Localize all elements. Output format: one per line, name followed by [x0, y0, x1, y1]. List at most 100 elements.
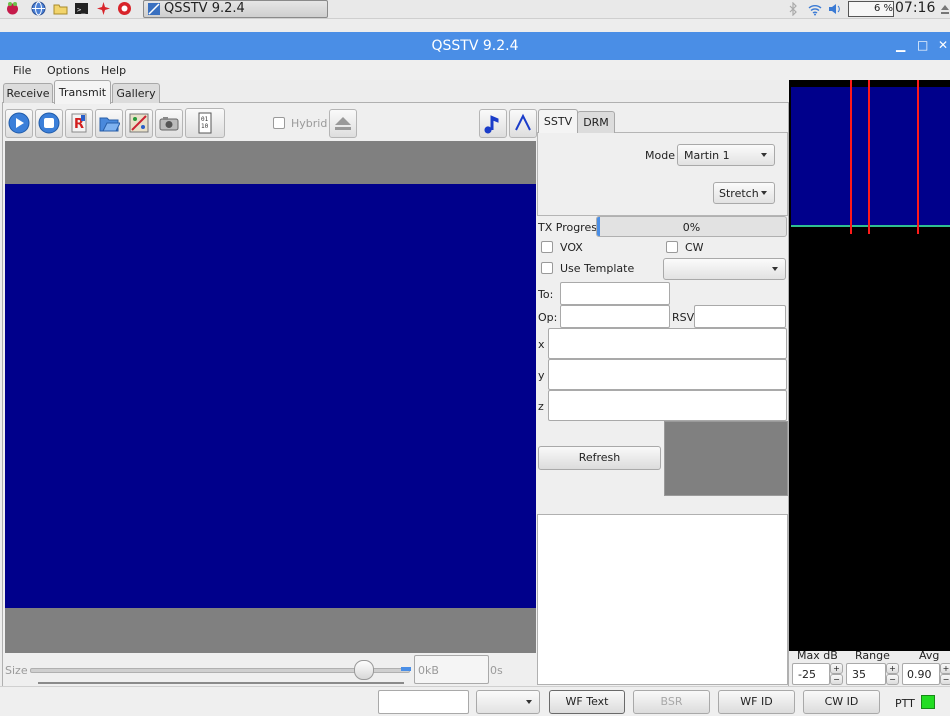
template-dropdown[interactable] [663, 258, 786, 280]
cpu-monitor: 6 % [848, 1, 894, 17]
wf-id-button[interactable]: WF ID [718, 690, 795, 714]
camera-snapshot-button[interactable] [155, 109, 183, 138]
tx-progress-text: 0% [682, 221, 701, 234]
stretch-dropdown[interactable]: Stretch [713, 182, 775, 204]
range-up-button[interactable]: + [886, 663, 899, 674]
x-label: x [538, 338, 545, 351]
template-preview [664, 421, 788, 496]
tx-progress-label: TX Progress [538, 221, 603, 234]
menu-help[interactable]: Help [101, 64, 126, 77]
size-label: Size [5, 664, 28, 677]
mode-label: Mode [645, 149, 675, 162]
avg-label: Avg [919, 649, 940, 662]
ptt-label: PTT [895, 697, 915, 710]
minimize-icon[interactable]: ▁ [896, 38, 905, 52]
tx-log-textarea[interactable] [537, 514, 788, 685]
taskbar-window-label: QSSTV 9.2.4 [164, 1, 245, 16]
max-db-label: Max dB [797, 649, 838, 662]
eject-icon[interactable] [940, 2, 950, 19]
close-icon[interactable]: ✕ [938, 38, 948, 52]
window-titlebar: QSSTV 9.2.4 ▁ □ ✕ [0, 32, 950, 60]
chevron-down-icon [772, 267, 778, 271]
op-label: Op: [538, 311, 558, 324]
range-spinbox[interactable]: 35 [846, 663, 886, 685]
tone-button[interactable] [479, 109, 507, 138]
rsv-input[interactable] [694, 305, 786, 328]
chevron-down-icon [526, 700, 532, 704]
bsr-button[interactable]: BSR [633, 690, 710, 714]
rsv-label: RSV [672, 311, 695, 324]
z-label: z [538, 400, 544, 413]
range-label: Range [855, 649, 890, 662]
tab-sstv[interactable]: SSTV [538, 109, 578, 133]
web-browser-icon[interactable] [31, 1, 46, 16]
max-db-up-button[interactable]: + [830, 663, 843, 674]
size-slider-handle[interactable] [354, 660, 374, 680]
stop-button[interactable] [35, 109, 63, 138]
file-manager-icon[interactable] [53, 1, 68, 16]
wf-font-dropdown[interactable] [476, 690, 540, 714]
mode-dropdown[interactable]: Martin 1 [677, 144, 775, 166]
avg-spinbox[interactable]: 0.90 [902, 663, 940, 685]
refresh-button[interactable]: Refresh [538, 446, 661, 470]
z-input[interactable] [548, 390, 787, 421]
size-kb-value: 0kB [418, 664, 439, 677]
tab-gallery[interactable]: Gallery [112, 83, 160, 103]
hybrid-label: Hybrid [291, 117, 328, 130]
repeater-button[interactable]: R [65, 109, 93, 138]
wifi-icon[interactable] [808, 2, 822, 19]
to-label: To: [538, 288, 554, 301]
menu-options[interactable]: Options [47, 64, 89, 77]
chevron-down-icon [761, 153, 767, 157]
svg-text:10: 10 [201, 123, 209, 130]
wf-text-button[interactable]: WF Text [549, 690, 625, 714]
size-kb-field: 0kB [414, 655, 489, 684]
taskbar-window-button[interactable]: QSSTV 9.2.4 [143, 0, 328, 18]
y-input[interactable] [548, 359, 787, 390]
spectrum-marker-3 [917, 80, 919, 234]
os-taskbar: >_ QSSTV 9.2.4 6 % 07:16 [0, 0, 950, 19]
size-slider-track[interactable] [30, 668, 410, 673]
start-transmit-button[interactable] [5, 109, 33, 138]
wolfram-icon[interactable] [117, 1, 132, 16]
maximize-icon[interactable]: □ [917, 38, 928, 52]
max-db-down-button[interactable]: − [830, 674, 843, 685]
tab-receive[interactable]: Receive [3, 83, 53, 103]
svg-text:>_: >_ [77, 6, 86, 14]
x-input[interactable] [548, 328, 787, 359]
max-db-value: -25 [798, 668, 816, 681]
use-template-checkbox[interactable] [541, 262, 553, 274]
spectrum-marker-1 [850, 80, 852, 234]
avg-down-button[interactable]: − [940, 674, 950, 685]
sweep-button[interactable] [509, 109, 537, 138]
avg-value: 0.90 [907, 668, 932, 681]
volume-icon[interactable] [828, 2, 842, 19]
tab-transmit[interactable]: Transmit [54, 80, 111, 104]
math-kernel-icon[interactable] [96, 1, 111, 16]
spectrum-marker-2 [868, 80, 870, 234]
to-input[interactable] [560, 282, 670, 305]
op-input[interactable] [560, 305, 670, 328]
cw-label: CW [685, 241, 704, 254]
vox-checkbox[interactable] [541, 241, 553, 253]
spectrum-display[interactable] [791, 87, 950, 225]
hybrid-checkbox[interactable] [273, 117, 285, 129]
stretch-dropdown-value: Stretch [719, 187, 759, 200]
spectrum-baseline [791, 225, 950, 227]
menu-file[interactable]: File [13, 64, 31, 77]
edit-image-button[interactable] [125, 109, 153, 138]
terminal-icon[interactable]: >_ [74, 1, 89, 16]
open-image-button[interactable] [95, 109, 123, 138]
cw-checkbox[interactable] [666, 241, 678, 253]
range-down-button[interactable]: − [886, 674, 899, 685]
max-db-spinbox[interactable]: -25 [792, 663, 830, 685]
cw-id-button[interactable]: CW ID [803, 690, 880, 714]
tab-drm[interactable]: DRM [577, 111, 615, 133]
tx-image-preview[interactable] [5, 184, 536, 608]
avg-up-button[interactable]: + [940, 663, 950, 674]
template-select-button[interactable]: 01 10 [185, 108, 225, 138]
bluetooth-icon[interactable] [788, 1, 798, 19]
raspberry-menu-icon[interactable] [5, 1, 20, 16]
eject-tx-button[interactable] [329, 109, 357, 138]
clock: 07:16 [895, 0, 936, 16]
